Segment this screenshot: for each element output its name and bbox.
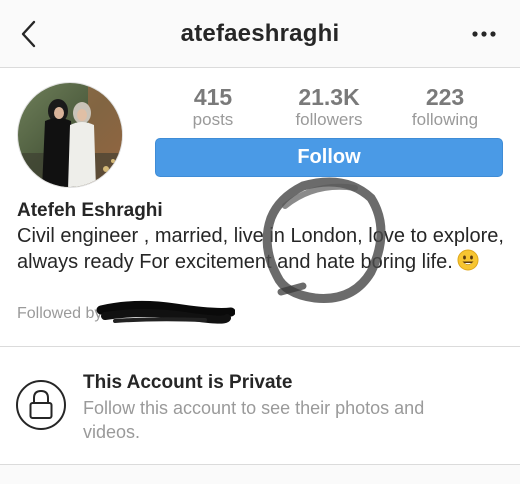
bio-body: Civil engineer , married, live in London… bbox=[17, 225, 504, 273]
follow-button[interactable]: Follow bbox=[155, 138, 503, 177]
following-stat[interactable]: 223 following bbox=[390, 84, 500, 130]
profile-screen: atefaeshraghi 415 posts 21.3K followers … bbox=[0, 0, 520, 484]
redaction-scribble bbox=[96, 300, 235, 324]
bottom-strip bbox=[0, 465, 520, 484]
followed-by-text[interactable]: Followed by bbox=[17, 305, 102, 323]
more-horizontal-icon bbox=[472, 31, 496, 37]
more-options-button[interactable] bbox=[470, 24, 498, 44]
posts-label: posts bbox=[192, 110, 234, 129]
top-nav-bar: atefaeshraghi bbox=[0, 0, 520, 68]
profile-stats: 415 posts 21.3K followers 223 following bbox=[160, 84, 500, 130]
posts-stat[interactable]: 415 posts bbox=[158, 84, 268, 130]
followers-stat[interactable]: 21.3K followers bbox=[274, 84, 384, 130]
bio-text: Civil engineer , married, live in London… bbox=[17, 224, 507, 275]
profile-avatar[interactable] bbox=[17, 82, 123, 188]
followers-count: 21.3K bbox=[298, 84, 360, 110]
following-label: following bbox=[411, 110, 479, 129]
private-lock-badge bbox=[16, 380, 66, 430]
smiling-face-emoji-icon bbox=[457, 249, 479, 271]
avatar-photo bbox=[18, 83, 122, 187]
private-account-title: This Account is Private bbox=[83, 372, 293, 393]
followers-label: followers bbox=[295, 110, 363, 129]
following-count: 223 bbox=[425, 84, 465, 110]
lock-icon bbox=[29, 389, 53, 419]
username-title: atefaeshraghi bbox=[180, 20, 340, 47]
private-account-description: Follow this account to see their photos … bbox=[83, 398, 425, 442]
section-divider bbox=[0, 346, 520, 347]
display-name: Atefeh Eshraghi bbox=[17, 200, 163, 221]
posts-count: 415 bbox=[193, 84, 233, 110]
